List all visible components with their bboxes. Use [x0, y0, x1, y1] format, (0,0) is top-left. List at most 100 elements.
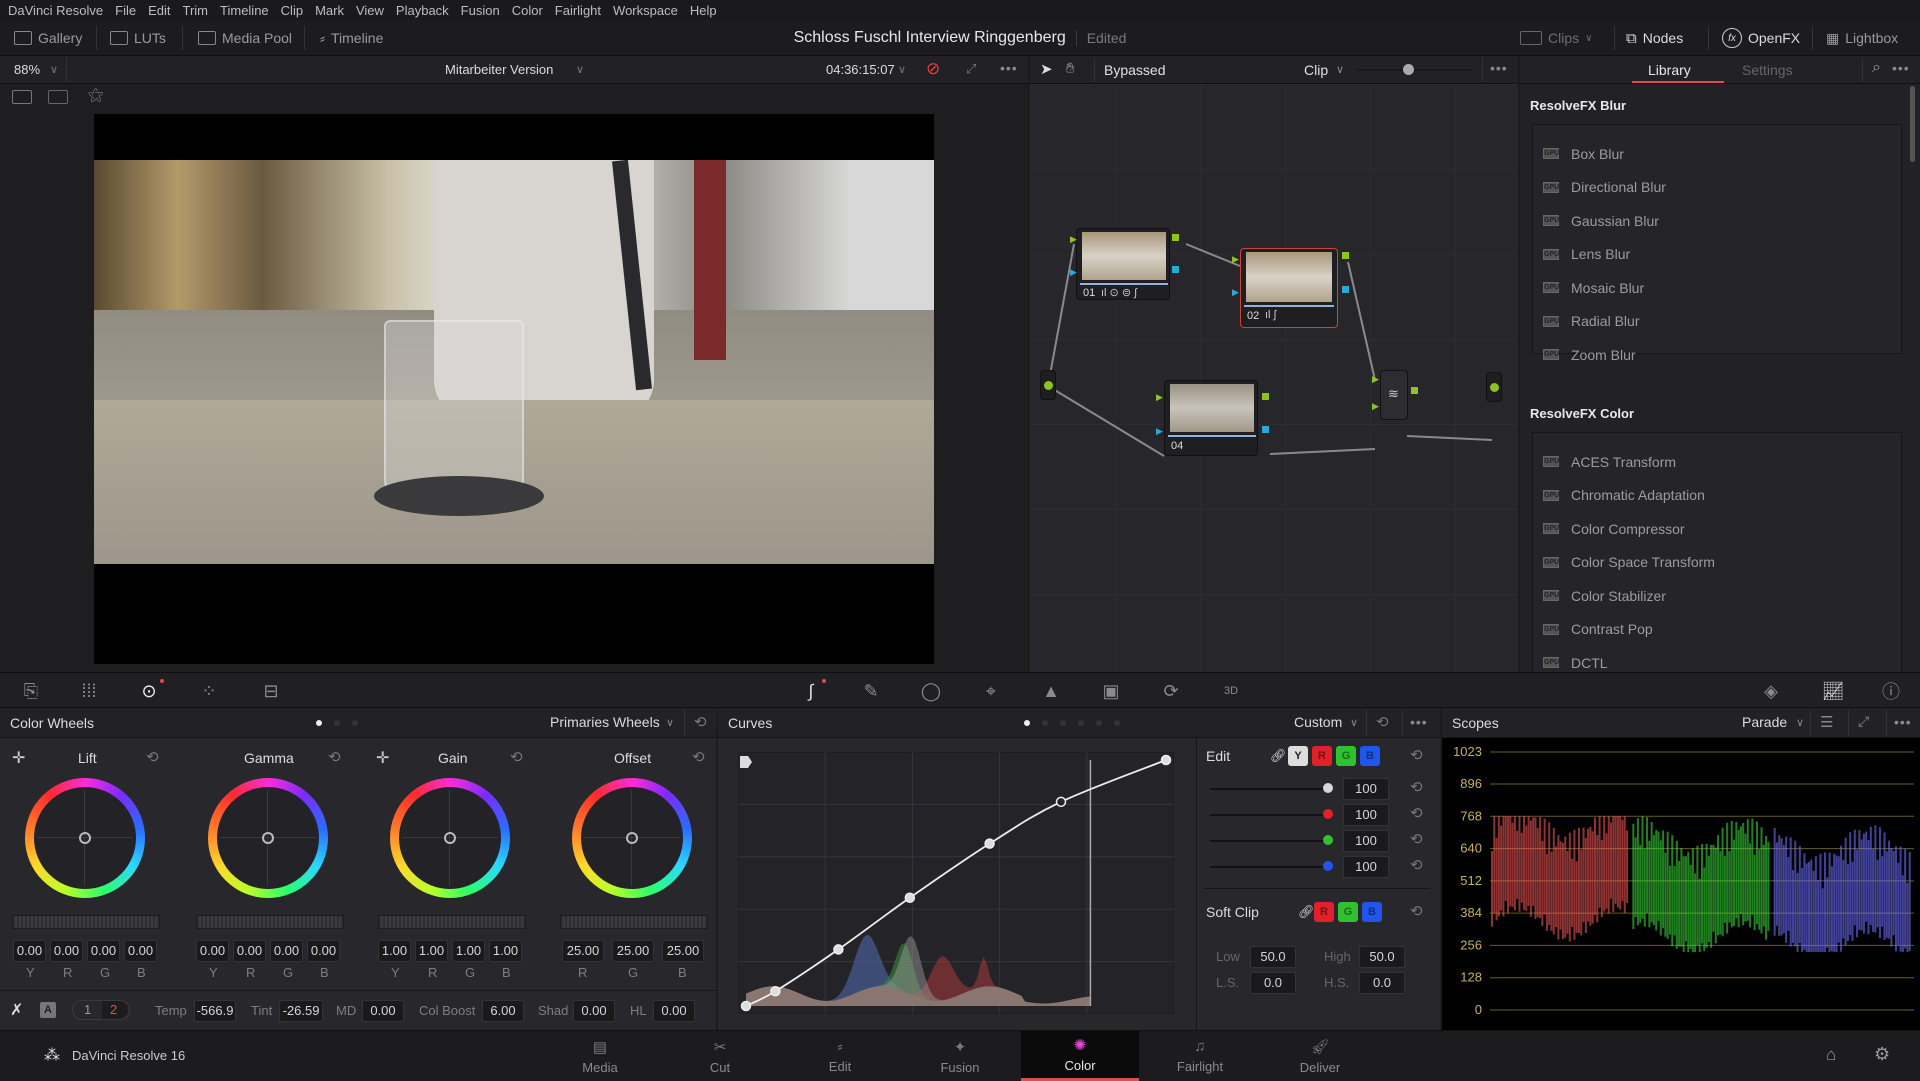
key-output-port[interactable]: [1262, 426, 1269, 433]
menu-fairlight[interactable]: Fairlight: [555, 3, 601, 18]
color-match-icon[interactable]: ⁞⁞⁞: [64, 673, 114, 709]
key-input-port[interactable]: ▶: [1156, 426, 1163, 437]
rgb-mixer-icon[interactable]: ⁘: [184, 673, 234, 709]
more-options-icon[interactable]: •••: [1410, 714, 1428, 730]
reset-icon[interactable]: ⟲: [1410, 746, 1423, 764]
chevron-down-icon[interactable]: ∨: [1336, 63, 1344, 76]
menu-view[interactable]: View: [356, 3, 384, 18]
chevron-down-icon[interactable]: ∨: [1796, 716, 1804, 729]
menu-timeline[interactable]: Timeline: [220, 3, 269, 18]
more-options-icon[interactable]: •••: [1894, 714, 1912, 730]
link-icon[interactable]: 🔗︎: [1298, 904, 1315, 920]
temp-value[interactable]: -566.9: [194, 1000, 236, 1022]
channel-r-button[interactable]: R: [1312, 746, 1332, 766]
wheel-handle[interactable]: [444, 832, 456, 844]
menu-file[interactable]: File: [115, 3, 136, 18]
intensity-r-value[interactable]: 100: [1343, 804, 1389, 826]
offset-r-value[interactable]: 25.00: [562, 940, 604, 962]
page-dot[interactable]: [1096, 720, 1102, 726]
zoom-level[interactable]: 88%: [14, 62, 40, 77]
page-tab-cut[interactable]: ✂ Cut: [661, 1031, 779, 1081]
intensity-r-knob[interactable]: [1323, 809, 1333, 819]
magic-wand-icon[interactable]: ⚝: [88, 87, 104, 105]
qualifier-icon[interactable]: ✎: [846, 673, 896, 709]
reset-icon[interactable]: ⟲: [328, 748, 341, 766]
gain-y-value[interactable]: 1.00: [378, 940, 411, 962]
video-viewer[interactable]: [94, 114, 934, 664]
key-input-port[interactable]: ▶: [1070, 267, 1077, 278]
channel-g-button[interactable]: G: [1336, 746, 1356, 766]
chevron-down-icon[interactable]: ∨: [576, 63, 584, 76]
menu-trim[interactable]: Trim: [183, 3, 209, 18]
tint-value[interactable]: -26.59: [279, 1000, 323, 1022]
scopes-icon[interactable]: 📈︎: [1808, 673, 1858, 709]
color-wheels-icon[interactable]: ⊙: [124, 673, 174, 709]
pointer-icon[interactable]: ➤: [1040, 60, 1053, 78]
bypass-icon[interactable]: ⊘: [926, 59, 940, 79]
intensity-g-knob[interactable]: [1323, 835, 1333, 845]
page-dot[interactable]: [352, 720, 358, 726]
media-pool-button[interactable]: Media Pool: [198, 20, 292, 56]
intensity-b-value[interactable]: 100: [1343, 856, 1389, 878]
wheel-handle[interactable]: [79, 832, 91, 844]
menu-edit[interactable]: Edit: [148, 3, 170, 18]
info-icon[interactable]: ⓘ: [1866, 673, 1916, 709]
intensity-y-knob[interactable]: [1323, 783, 1333, 793]
channel-b-button[interactable]: B: [1360, 746, 1380, 766]
search-icon[interactable]: ⌕: [1872, 59, 1881, 77]
page-tab-deliver[interactable]: 🚀︎ Deliver: [1261, 1031, 1379, 1081]
lift-g-value[interactable]: 0.00: [87, 940, 120, 962]
tab-library[interactable]: Library: [1648, 62, 1691, 78]
fx-item[interactable]: GPU ACES Transform: [1533, 445, 1901, 479]
lift-b-value[interactable]: 0.00: [124, 940, 157, 962]
reset-icon[interactable]: ⟲: [694, 713, 707, 731]
chevron-down-icon[interactable]: ∨: [666, 716, 674, 729]
key-output-port[interactable]: [1342, 286, 1349, 293]
shad-value[interactable]: 0.00: [573, 1000, 615, 1022]
reset-icon[interactable]: ⟲: [510, 748, 523, 766]
menu-color[interactable]: Color: [512, 3, 543, 18]
page-dot-active[interactable]: [316, 720, 322, 726]
auto-balance-icon[interactable]: ✗: [10, 1000, 23, 1020]
auto-color-button[interactable]: A: [40, 1002, 56, 1018]
more-options-icon[interactable]: •••: [1490, 60, 1508, 76]
node-zoom-knob[interactable]: [1403, 64, 1415, 75]
page-tab-color[interactable]: ✺ Color: [1021, 1031, 1139, 1081]
fx-item[interactable]: GPU Color Space Transform: [1533, 546, 1901, 580]
3d-icon[interactable]: 3D: [1206, 673, 1256, 709]
wheel-handle[interactable]: [262, 832, 274, 844]
wheels-mode-select[interactable]: Primaries Wheels: [550, 714, 660, 730]
fx-item[interactable]: GPU Color Stabilizer: [1533, 579, 1901, 613]
page-1-button[interactable]: 1: [84, 1002, 91, 1017]
node-02[interactable]: 02 ıl ∫: [1240, 248, 1338, 328]
menu-workspace[interactable]: Workspace: [613, 3, 678, 18]
intensity-y-slider[interactable]: [1210, 788, 1326, 790]
camera-raw-icon[interactable]: ⎘: [6, 673, 56, 709]
menu-clip[interactable]: Clip: [281, 3, 303, 18]
fx-item[interactable]: GPU Radial Blur: [1533, 305, 1901, 339]
mixer-output-port[interactable]: [1411, 387, 1418, 394]
lift-wheel[interactable]: [25, 778, 145, 898]
gamma-wheel[interactable]: [208, 778, 328, 898]
lift-y-value[interactable]: 0.00: [13, 940, 46, 962]
page-dot[interactable]: [1078, 720, 1084, 726]
gamma-g-value[interactable]: 0.00: [270, 940, 303, 962]
wheel-handle[interactable]: [626, 832, 638, 844]
keyframes-icon[interactable]: ◈: [1746, 673, 1796, 709]
col-boost-value[interactable]: 6.00: [482, 1000, 524, 1022]
hl-value[interactable]: 0.00: [653, 1000, 695, 1022]
fx-item[interactable]: GPU Gaussian Blur: [1533, 204, 1901, 238]
window-icon[interactable]: ◯: [906, 673, 956, 709]
gamma-master-wheel[interactable]: [196, 915, 344, 929]
page-dot[interactable]: [334, 720, 340, 726]
timeline-name[interactable]: Mitarbeiter Version: [445, 62, 553, 77]
rgb-output-port[interactable]: [1342, 252, 1349, 259]
chevron-down-icon[interactable]: ∨: [50, 63, 58, 76]
fx-item[interactable]: GPU Box Blur: [1533, 137, 1901, 171]
reset-icon[interactable]: ⟲: [146, 748, 159, 766]
fx-item[interactable]: GPU Color Compressor: [1533, 512, 1901, 546]
intensity-y-value[interactable]: 100: [1343, 778, 1389, 800]
rgb-input-port[interactable]: ▶: [1070, 234, 1077, 245]
nodes-button[interactable]: ⧉ Nodes: [1626, 20, 1683, 56]
picker-icon[interactable]: ✛: [376, 748, 389, 768]
